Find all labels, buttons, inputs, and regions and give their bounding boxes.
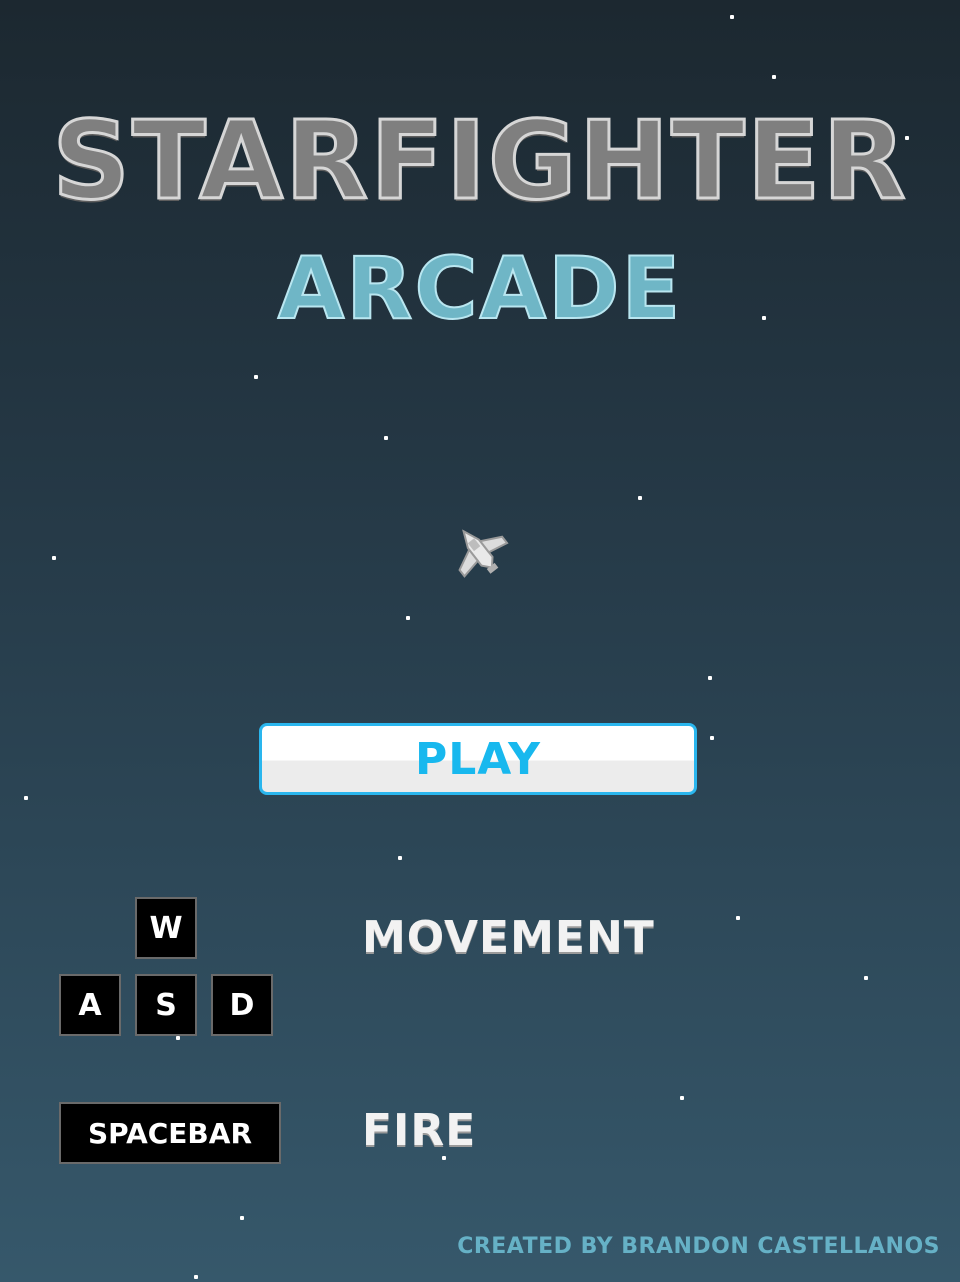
star (772, 75, 776, 79)
star (708, 676, 712, 680)
game-subtitle: ARCADE (277, 239, 683, 339)
movement-label: MOVEMENT (362, 912, 655, 963)
spaceship-icon (458, 529, 509, 578)
fire-label: FIRE (362, 1105, 477, 1156)
star (638, 496, 642, 500)
star (680, 1096, 684, 1100)
star (384, 436, 388, 440)
game-title: STARFIGHTER (51, 99, 908, 224)
star (24, 796, 28, 800)
star (736, 916, 740, 920)
star (442, 1156, 446, 1160)
star (176, 1036, 180, 1040)
key-spacebar: SPACEBAR (59, 1102, 281, 1164)
star (52, 556, 56, 560)
key-w: W (135, 897, 197, 959)
key-s: S (135, 974, 197, 1036)
credits-text: CREATED BY BRANDON CASTELLANOS (457, 1234, 940, 1259)
star (240, 1216, 244, 1220)
star (864, 976, 868, 980)
key-a: A (59, 974, 121, 1036)
play-button-label: PLAY (415, 733, 541, 785)
star (710, 736, 714, 740)
game-screen: STARFIGHTER ARCADE PLAY W A S D MOVEMENT… (0, 0, 960, 1282)
key-d: D (211, 974, 273, 1036)
star (194, 1275, 198, 1279)
star (730, 15, 734, 19)
star (406, 616, 410, 620)
star (254, 375, 258, 379)
play-button[interactable]: PLAY (259, 723, 697, 795)
star (398, 856, 402, 860)
